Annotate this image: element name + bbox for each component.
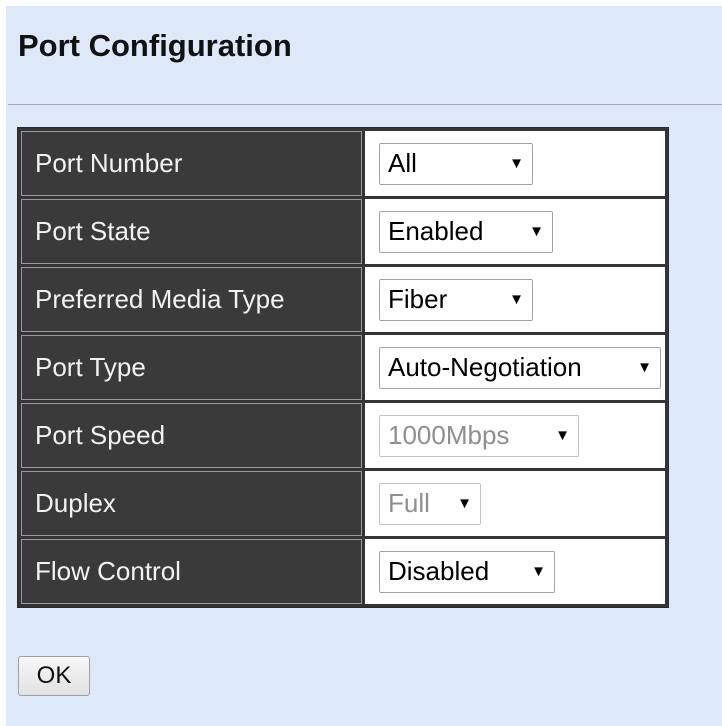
row-port-speed: Port Speed 1000Mbps ▼: [21, 403, 665, 468]
port-speed-value: 1000Mbps: [388, 420, 510, 450]
flow-control-cell: Disabled ▼: [365, 539, 665, 604]
port-config-table: Port Number All ▼ Port State Enabled ▼ P…: [17, 127, 669, 608]
page-title: Port Configuration: [18, 28, 292, 63]
chevron-down-icon: ▼: [509, 155, 524, 172]
port-number-label: Port Number: [21, 131, 362, 196]
port-number-select[interactable]: All ▼: [379, 142, 533, 185]
port-number-value: All: [388, 148, 417, 178]
port-number-cell: All ▼: [365, 131, 665, 196]
chevron-down-icon: ▼: [457, 495, 472, 512]
port-type-select[interactable]: Auto-Negotiation ▼: [379, 346, 661, 389]
port-speed-select: 1000Mbps ▼: [379, 414, 579, 457]
preferred-media-type-label: Preferred Media Type: [21, 267, 362, 332]
duplex-value: Full: [388, 488, 430, 518]
row-port-number: Port Number All ▼: [21, 131, 665, 196]
preferred-media-type-value: Fiber: [388, 284, 448, 314]
title-divider: [8, 104, 722, 105]
chevron-down-icon: ▼: [555, 427, 570, 444]
port-configuration-panel: Port Configuration Port Number All ▼ Por…: [6, 6, 722, 726]
row-preferred-media-type: Preferred Media Type Fiber ▼: [21, 267, 665, 332]
ok-button[interactable]: OK: [18, 656, 90, 696]
preferred-media-type-cell: Fiber ▼: [365, 267, 665, 332]
chevron-down-icon: ▼: [531, 563, 546, 580]
chevron-down-icon: ▼: [509, 291, 524, 308]
port-state-label: Port State: [21, 199, 362, 264]
port-state-select[interactable]: Enabled ▼: [379, 210, 553, 253]
chevron-down-icon: ▼: [529, 223, 544, 240]
port-speed-cell: 1000Mbps ▼: [365, 403, 665, 468]
port-state-value: Enabled: [388, 216, 484, 246]
chevron-down-icon: ▼: [637, 359, 652, 376]
flow-control-select[interactable]: Disabled ▼: [379, 550, 555, 593]
flow-control-value: Disabled: [388, 556, 490, 586]
port-state-cell: Enabled ▼: [365, 199, 665, 264]
row-port-state: Port State Enabled ▼: [21, 199, 665, 264]
port-speed-label: Port Speed: [21, 403, 362, 468]
duplex-label: Duplex: [21, 471, 362, 536]
port-type-value: Auto-Negotiation: [388, 352, 582, 382]
preferred-media-type-select[interactable]: Fiber ▼: [379, 278, 533, 321]
duplex-cell: Full ▼: [365, 471, 665, 536]
flow-control-label: Flow Control: [21, 539, 362, 604]
row-port-type: Port Type Auto-Negotiation ▼: [21, 335, 665, 400]
row-flow-control: Flow Control Disabled ▼: [21, 539, 665, 604]
duplex-select: Full ▼: [379, 482, 481, 525]
port-type-cell: Auto-Negotiation ▼: [365, 335, 665, 400]
port-type-label: Port Type: [21, 335, 362, 400]
row-duplex: Duplex Full ▼: [21, 471, 665, 536]
